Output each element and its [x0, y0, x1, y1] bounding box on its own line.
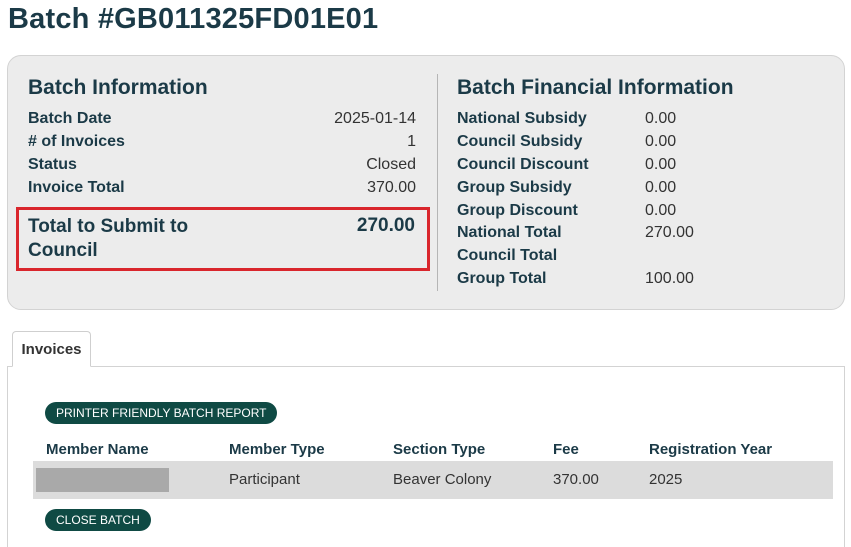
- batch-date-value: 2025-01-14: [334, 110, 416, 127]
- section-type-cell: Beaver Colony: [393, 471, 492, 488]
- group-subsidy-value: 0.00: [645, 179, 677, 196]
- council-subsidy-row: Council Subsidy 0.00: [457, 132, 757, 152]
- group-subsidy-row: Group Subsidy 0.00: [457, 178, 757, 198]
- header-fee: Fee: [553, 441, 579, 458]
- batch-date-label: Batch Date: [28, 110, 112, 127]
- national-total-row: National Total 270.00: [457, 223, 757, 243]
- batch-date-row: Batch Date 2025-01-14: [28, 109, 416, 129]
- total-submit-label: Total to Submit to Council: [28, 216, 189, 261]
- invoice-count-value: 1: [407, 133, 416, 150]
- council-discount-label: Council Discount: [457, 156, 589, 173]
- member-name-redacted: [36, 468, 169, 492]
- group-total-value: 100.00: [645, 270, 694, 287]
- council-discount-value: 0.00: [645, 156, 677, 173]
- tab-invoices[interactable]: Invoices: [12, 331, 91, 367]
- status-value: Closed: [366, 156, 416, 173]
- financial-info-heading: Batch Financial Information: [457, 76, 734, 99]
- header-section-type: Section Type: [393, 441, 486, 458]
- invoice-count-label: # of Invoices: [28, 133, 125, 150]
- invoice-count-row: # of Invoices 1: [28, 132, 416, 152]
- batch-info-heading: Batch Information: [28, 76, 208, 99]
- group-total-row: Group Total 100.00: [457, 269, 757, 289]
- header-member-name: Member Name: [46, 441, 149, 458]
- printer-friendly-report-button[interactable]: PRINTER FRIENDLY BATCH REPORT: [45, 402, 278, 424]
- close-batch-button[interactable]: CLOSE BATCH: [45, 509, 151, 531]
- group-total-label: Group Total: [457, 270, 547, 287]
- status-label: Status: [28, 156, 77, 173]
- national-total-label: National Total: [457, 224, 562, 241]
- council-total-label: Council Total: [457, 247, 558, 264]
- member-type-cell: Participant: [229, 471, 300, 488]
- national-total-value: 270.00: [645, 224, 694, 241]
- national-subsidy-label: National Subsidy: [457, 110, 587, 127]
- group-discount-label: Group Discount: [457, 202, 578, 219]
- invoice-total-label: Invoice Total: [28, 179, 125, 196]
- header-registration-year: Registration Year: [649, 441, 773, 458]
- national-subsidy-value: 0.00: [645, 110, 677, 127]
- council-total-row: Council Total: [457, 246, 757, 266]
- registration-year-cell: 2025: [649, 471, 683, 488]
- total-submit-highlight: Total to Submit to Council 270.00: [16, 207, 430, 271]
- council-discount-row: Council Discount 0.00: [457, 155, 757, 175]
- header-member-type: Member Type: [229, 441, 325, 458]
- group-subsidy-label: Group Subsidy: [457, 179, 572, 196]
- council-subsidy-label: Council Subsidy: [457, 133, 583, 150]
- total-submit-value: 270.00: [356, 215, 415, 236]
- group-discount-row: Group Discount 0.00: [457, 201, 757, 221]
- invoice-total-row: Invoice Total 370.00: [28, 178, 416, 198]
- page-title: Batch #GB011325FD01E01: [8, 3, 379, 35]
- national-subsidy-row: National Subsidy 0.00: [457, 109, 757, 129]
- invoice-total-value: 370.00: [367, 179, 416, 196]
- group-discount-value: 0.00: [645, 202, 677, 219]
- batch-info-card: Batch Information Batch Date 2025-01-14 …: [7, 55, 845, 310]
- status-row: Status Closed: [28, 155, 416, 175]
- fee-cell: 370.00: [553, 471, 599, 488]
- card-divider: [437, 74, 438, 291]
- council-subsidy-value: 0.00: [645, 133, 677, 150]
